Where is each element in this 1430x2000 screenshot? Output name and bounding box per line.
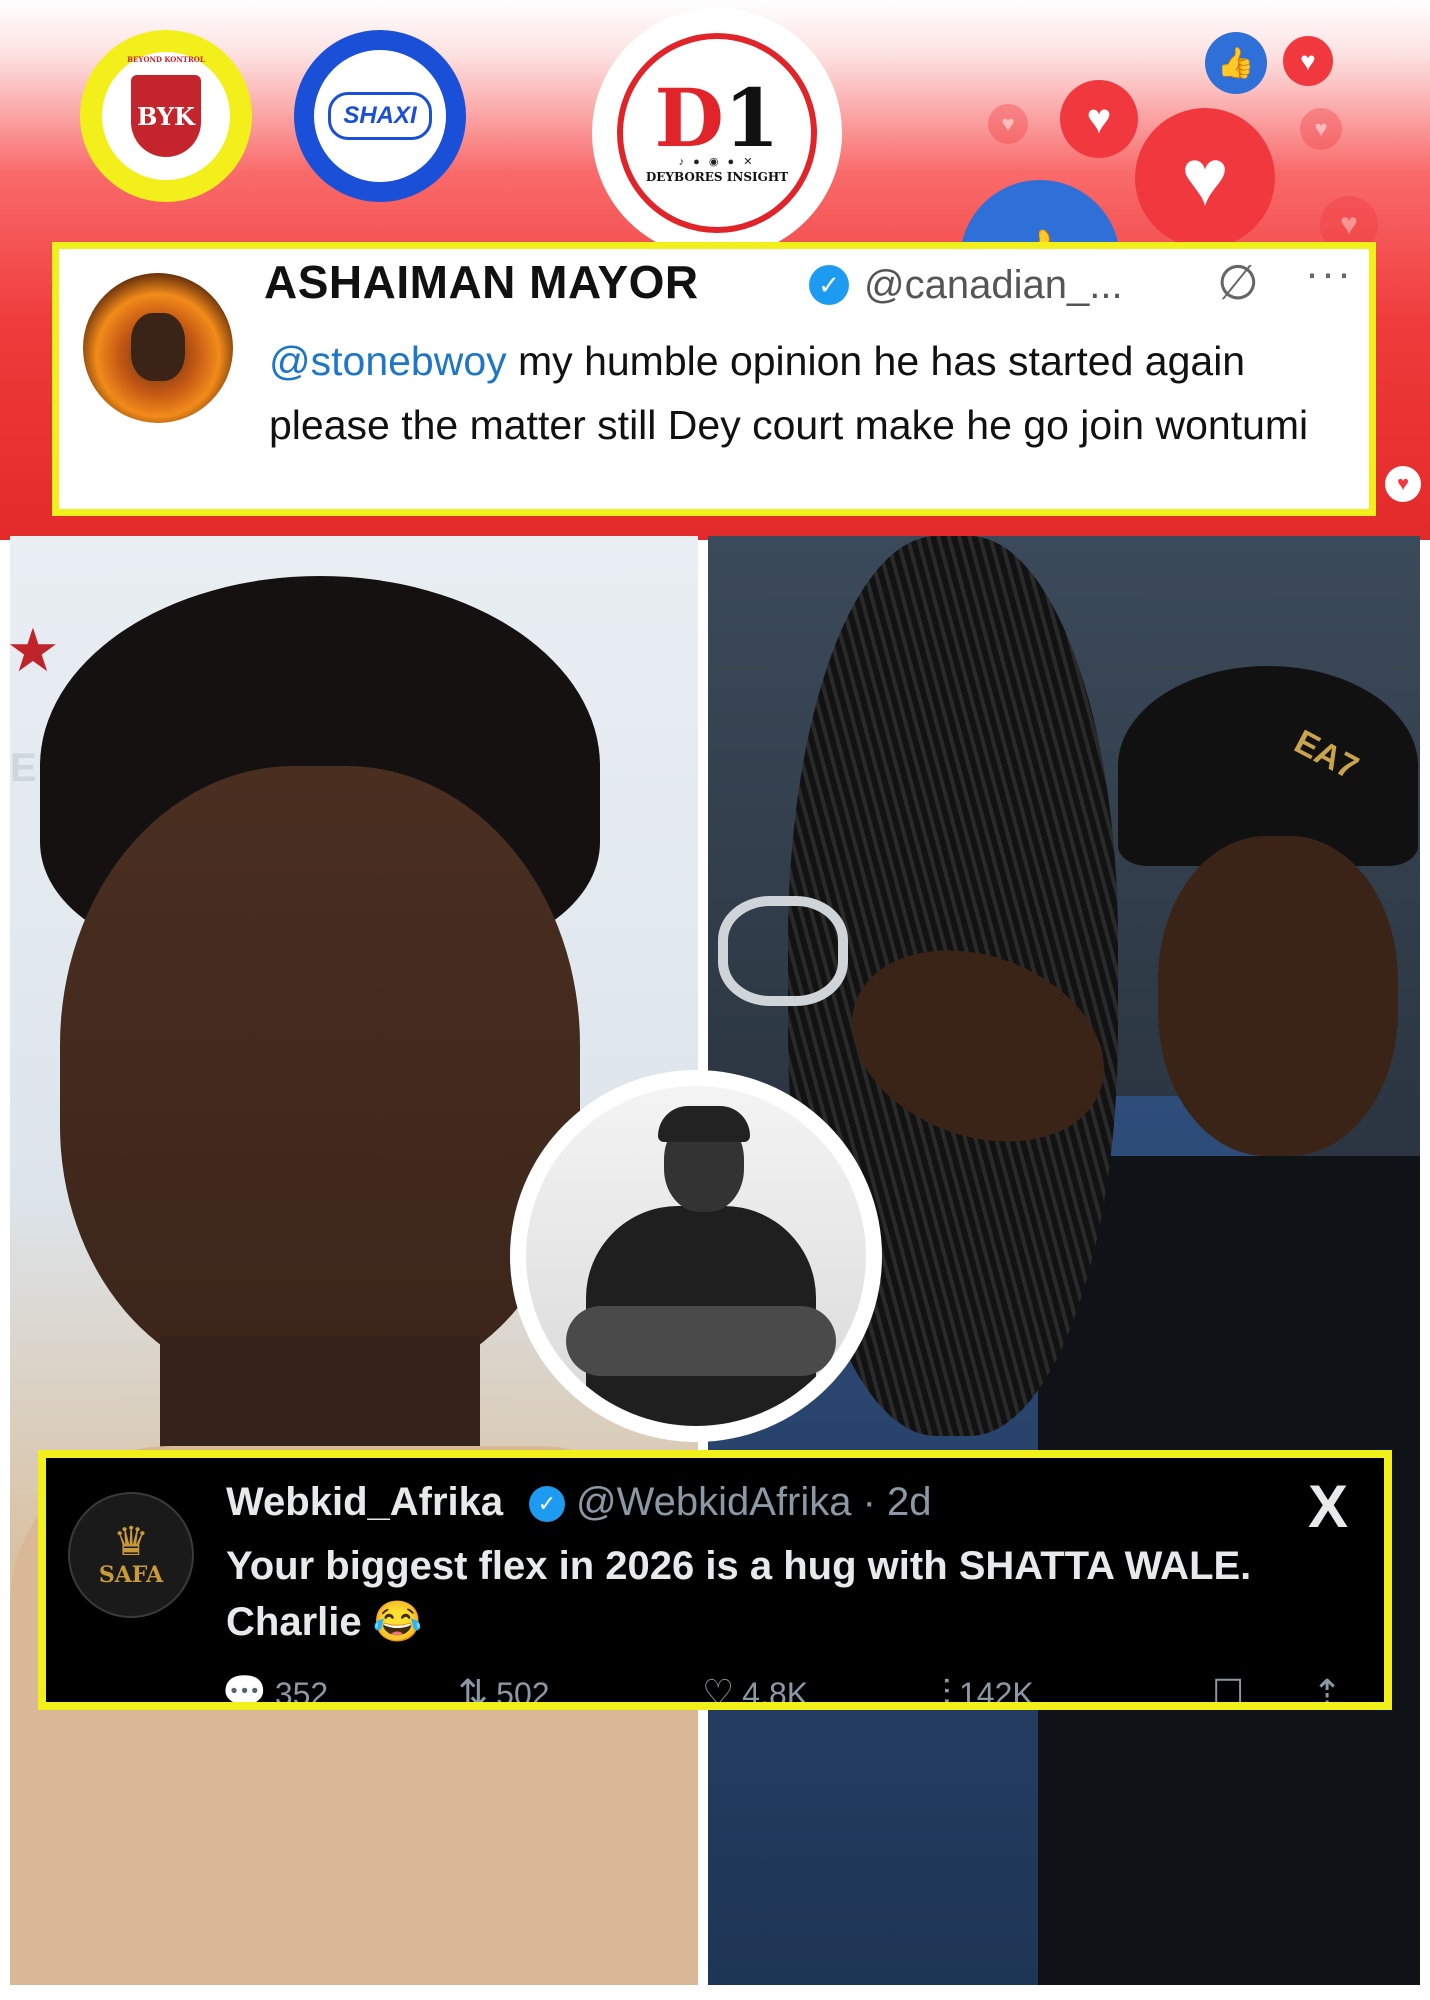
reply-count: 352 xyxy=(274,1676,329,1710)
byk-small-text: BEYOND KONTROL xyxy=(127,55,205,64)
tweet-author-name[interactable]: Webkid_Afrika xyxy=(226,1480,503,1525)
d1-brand-text: DEYBORES INSIGHT xyxy=(645,169,789,184)
center-portrait xyxy=(510,1070,882,1442)
reply-icon: 💬 xyxy=(222,1672,267,1710)
mention-link[interactable]: @stonebwoy xyxy=(269,338,507,384)
more-options-icon[interactable]: ··· xyxy=(1305,249,1353,297)
tweet-author-handle[interactable]: @WebkidAfrika · 2d xyxy=(576,1480,932,1525)
d1-letter: D xyxy=(654,70,724,165)
bracelet xyxy=(718,896,848,1006)
heart-icon: ♥ xyxy=(988,104,1028,144)
repost-icon: ⇅ xyxy=(458,1672,489,1710)
tweet-author-handle[interactable]: @canadian_... xyxy=(864,263,1123,308)
bookmark-button[interactable]: ☐ xyxy=(1212,1672,1252,1710)
d1-logo: D1 ♪ ● ◉ ● ✕ DEYBORES INSIGHT xyxy=(592,8,842,258)
tweet-body: @stonebwoy my humble opinion he has star… xyxy=(269,329,1359,457)
heart-outline-icon: ♡ xyxy=(702,1672,735,1710)
social-icons-row: ♪ ● ◉ ● ✕ xyxy=(678,155,756,168)
tweet-actions: 💬 352 ⇅ 502 ♡ 4.8K ⫶ 142K ☐ ⇡ xyxy=(222,1672,1362,1710)
bottom-tweet-card: ♛ SAFA Webkid_Afrika ✓ @WebkidAfrika · 2… xyxy=(38,1450,1392,1710)
top-tweet-card: ASHAIMAN MAYOR ✓ @canadian_... ∅ ··· @st… xyxy=(52,242,1376,516)
verified-badge-icon: ✓ xyxy=(529,1486,565,1522)
grok-icon[interactable]: ∅ xyxy=(1217,255,1259,311)
byk-mark: BYK xyxy=(137,101,195,131)
heart-icon: ♥ xyxy=(1283,36,1333,86)
repost-count: 502 xyxy=(496,1676,550,1710)
share-icon: ⇡ xyxy=(1312,1672,1343,1710)
user-avatar[interactable]: ♛ SAFA xyxy=(68,1492,194,1618)
star-icon: ★ xyxy=(10,617,60,684)
verified-badge-icon: ✓ xyxy=(809,265,849,305)
tweet-author-name[interactable]: ASHAIMAN MAYOR xyxy=(264,255,699,309)
heart-icon: ♥ xyxy=(1385,466,1421,502)
shaxi-logo: SHAXI xyxy=(294,30,466,202)
like-count: 4.8K xyxy=(742,1676,809,1710)
like-button[interactable]: ♡ 4.8K xyxy=(702,1672,809,1710)
shaxi-logo-text: SHAXI xyxy=(328,92,432,140)
user-avatar[interactable] xyxy=(83,273,233,423)
view-count: 142K xyxy=(959,1676,1034,1710)
crown-icon: ♛ xyxy=(113,1520,149,1564)
byk-shield-icon: BEYOND KONTROL BYK xyxy=(127,55,205,157)
heart-icon: ♥ xyxy=(1300,108,1342,150)
heart-icon: ♥ xyxy=(1060,80,1138,158)
reply-button[interactable]: 💬 352 xyxy=(222,1672,329,1710)
d1-digit: 1 xyxy=(723,70,780,165)
x-logo-icon: X xyxy=(1308,1473,1349,1540)
byk-logo: BEYOND KONTROL BYK xyxy=(80,30,252,202)
heart-icon: ♥ xyxy=(1135,108,1275,248)
share-button[interactable]: ⇡ xyxy=(1312,1672,1350,1710)
bar-chart-icon: ⫶ xyxy=(942,1672,951,1710)
avatar-text: SAFA xyxy=(98,1562,164,1588)
views-button[interactable]: ⫶ 142K xyxy=(942,1672,1034,1710)
like-icon: 👍 xyxy=(1205,32,1267,94)
tweet-text: Your biggest flex in 2026 is a hug with … xyxy=(226,1544,1252,1644)
bookmark-icon: ☐ xyxy=(1212,1672,1245,1710)
repost-button[interactable]: ⇅ 502 xyxy=(458,1672,550,1710)
